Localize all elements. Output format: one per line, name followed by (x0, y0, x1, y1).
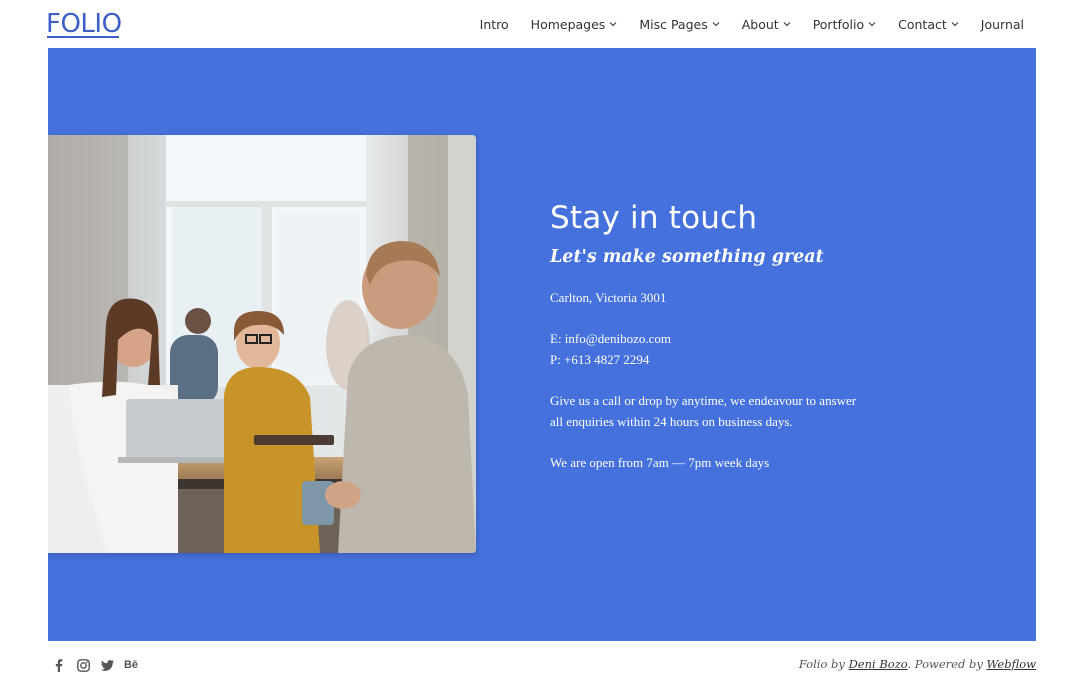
email-text[interactable]: E: info@denibozo.com (550, 328, 910, 349)
webflow-link[interactable]: Webflow (987, 657, 1037, 671)
contact-info: Stay in touch Let's make something great… (550, 198, 910, 473)
chevron-down-icon (609, 22, 617, 27)
hours-text: We are open from 7am — 7pm week days (550, 455, 770, 470)
address-text: Carlton, Victoria 3001 (550, 290, 667, 305)
page-subtitle: Let's make something great (550, 247, 824, 267)
logo[interactable]: FOLIO (46, 9, 122, 39)
chevron-down-icon (868, 22, 876, 27)
twitter-icon[interactable] (100, 658, 114, 672)
nav-item-label: Homepages (530, 16, 606, 32)
nav-item-label: Journal (980, 16, 1024, 32)
credit-prefix: Folio by (798, 657, 849, 671)
facebook-icon[interactable] (52, 658, 66, 672)
nav-item-label: Contact (898, 16, 947, 32)
nav-item-label: About (741, 16, 779, 32)
nav-item-homepages[interactable]: Homepages (531, 17, 618, 32)
nav-item-journal[interactable]: Journal (981, 17, 1024, 32)
nav-item-contact[interactable]: Contact (898, 17, 959, 32)
message-line-1: Give us a call or drop by anytime, we en… (550, 393, 857, 408)
nav-item-about[interactable]: About (742, 17, 791, 32)
author-link[interactable]: Deni Bozo (849, 657, 908, 671)
chevron-down-icon (783, 22, 791, 27)
nav-item-label: Misc Pages (639, 16, 708, 32)
social-links: Bē (52, 658, 148, 672)
nav-item-intro[interactable]: Intro (480, 17, 509, 32)
nav-item-label: Intro (479, 16, 509, 32)
main-nav: Intro Homepages Misc Pages About Portfol… (480, 14, 1024, 34)
team-photo (48, 135, 476, 553)
page-title: Stay in touch (550, 200, 758, 236)
contact-hero: Stay in touch Let's make something great… (48, 48, 1036, 641)
nav-item-misc-pages[interactable]: Misc Pages (639, 16, 720, 32)
footer-credit: Folio by Deni Bozo. Powered by Webflow (799, 657, 1036, 671)
phone-text[interactable]: P: +613 4827 2294 (550, 349, 910, 370)
logo-underline (47, 36, 119, 38)
chevron-down-icon (951, 22, 959, 27)
behance-icon[interactable]: Bē (124, 658, 138, 672)
nav-item-portfolio[interactable]: Portfolio (813, 17, 876, 32)
instagram-icon[interactable] (76, 658, 90, 672)
credit-middle: . Powered by (907, 657, 987, 671)
nav-item-label: Portfolio (812, 16, 865, 32)
chevron-down-icon (712, 22, 720, 27)
message-line-2: all enquiries within 24 hours on busines… (550, 414, 793, 429)
